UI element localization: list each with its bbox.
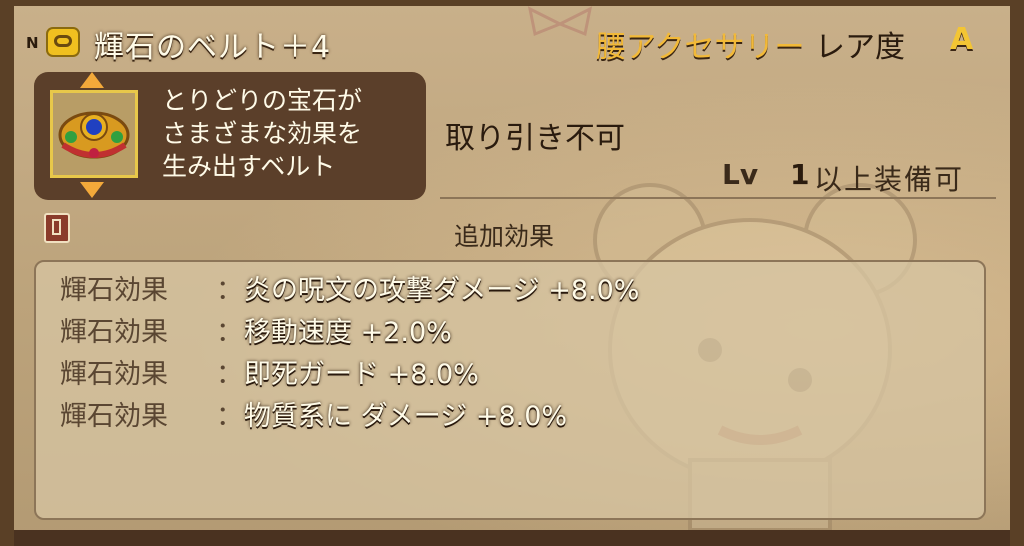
ribbon-decoration xyxy=(527,6,593,37)
effect-text: 炎の呪文の攻撃ダメージ +8.0% xyxy=(244,275,640,306)
divider xyxy=(440,197,996,199)
rarity-label: レア度 xyxy=(815,30,905,65)
rank-badge: N xyxy=(26,34,39,52)
item-detail-window: N 輝石のベルト＋4 腰アクセサリー レア度 A とりどりの宝石が さまざまな効… xyxy=(0,0,1024,546)
equipment-slot: 腰アクセサリー xyxy=(596,30,805,65)
description-line: とりどりの宝石が xyxy=(162,86,363,115)
effect-text: 物質系に ダメージ +8.0% xyxy=(244,401,568,432)
effect-colon: ： xyxy=(216,401,243,432)
effect-label: 輝石効果 xyxy=(60,317,168,348)
description-line: 生み出すベルト xyxy=(162,152,336,181)
effect-label: 輝石効果 xyxy=(60,275,168,306)
arrow-down-icon[interactable] xyxy=(80,182,104,198)
book-icon[interactable] xyxy=(44,213,70,243)
level-requirement: 以上装備可 xyxy=(814,163,965,196)
belt-icon xyxy=(46,27,80,57)
effect-colon: ： xyxy=(216,359,243,390)
effect-colon: ： xyxy=(216,317,243,348)
effect-colon: ： xyxy=(216,275,243,306)
item-description: とりどりの宝石が さまざまな効果を 生み出すベルト xyxy=(162,84,362,183)
item-name: 輝石のベルト＋4 xyxy=(94,30,332,65)
effect-text: 移動速度 +2.0% xyxy=(244,317,452,348)
effect-label: 輝石効果 xyxy=(60,359,168,390)
rarity-value: A xyxy=(950,22,974,57)
trade-status: 取り引き不可 xyxy=(445,121,625,156)
jeweled-belt-icon xyxy=(58,111,130,159)
extra-effects-heading: 追加効果 xyxy=(454,222,555,251)
bottom-strip xyxy=(14,530,1010,546)
description-line: さまざまな効果を xyxy=(162,119,363,148)
effect-label: 輝石効果 xyxy=(60,401,168,432)
item-image-frame xyxy=(50,90,138,178)
arrow-up-icon[interactable] xyxy=(80,72,104,88)
effect-text: 即死ガード +8.0% xyxy=(244,359,479,390)
level-label: Lv xyxy=(722,158,759,191)
level-value: 1 xyxy=(790,158,810,191)
